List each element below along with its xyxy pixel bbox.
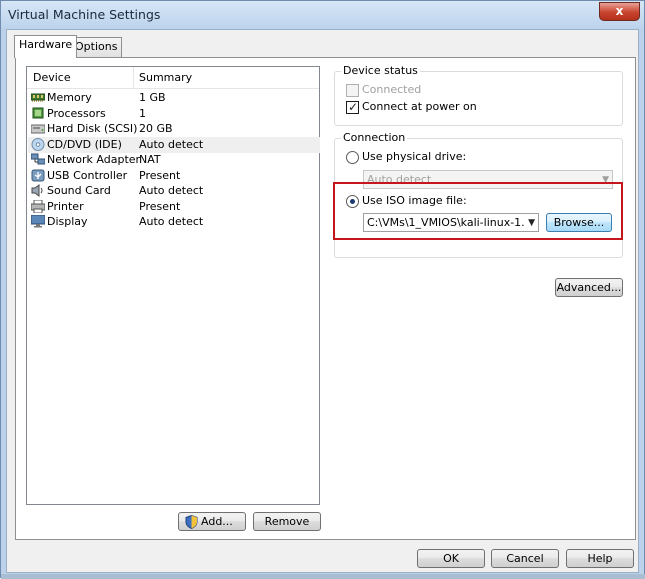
device-row-sound-card[interactable]: Sound Card Auto detect	[28, 183, 320, 199]
advanced-button[interactable]: Advanced...	[555, 278, 623, 297]
dialog-client-area: Hardware Options Device Summary Memory 1…	[6, 29, 639, 573]
device-name: Display	[47, 215, 88, 228]
device-summary: 1	[139, 107, 146, 120]
connected-label: Connected	[362, 83, 422, 96]
device-list-header: Device Summary	[27, 67, 319, 89]
device-list[interactable]: Device Summary Memory 1 GB Processors 1 …	[26, 66, 320, 505]
title-bar[interactable]: Virtual Machine Settings x	[1, 1, 644, 29]
device-name: Printer	[47, 200, 84, 213]
device-name: Sound Card	[47, 184, 111, 197]
display-icon	[31, 215, 45, 228]
device-name: Network Adapter	[47, 153, 141, 166]
help-button[interactable]: Help	[566, 549, 634, 568]
device-summary: 20 GB	[139, 122, 173, 135]
usb-icon	[31, 169, 45, 182]
device-row-cd-dvd[interactable]: CD/DVD (IDE) Auto detect	[28, 137, 320, 153]
device-name: Hard Disk (SCSI)	[47, 122, 138, 135]
device-status-group: Device status Connected ✓ Connect at pow…	[334, 64, 623, 126]
hard-disk-icon	[31, 124, 45, 134]
use-physical-drive-radio[interactable]	[346, 151, 359, 164]
printer-icon	[31, 200, 45, 213]
connection-title: Connection	[341, 131, 408, 145]
device-summary: Present	[139, 200, 181, 213]
device-row-hard-disk[interactable]: Hard Disk (SCSI) 20 GB	[28, 121, 320, 137]
tab-hardware[interactable]: Hardware	[14, 35, 78, 58]
connect-at-power-on-checkbox[interactable]: ✓	[346, 100, 359, 114]
close-button[interactable]: x	[599, 2, 640, 21]
use-physical-drive-label: Use physical drive:	[362, 150, 467, 163]
device-row-printer[interactable]: Printer Present	[28, 199, 320, 215]
cancel-button[interactable]: Cancel	[491, 549, 559, 568]
device-status-title: Device status	[341, 64, 420, 78]
connect-at-power-on-label: Connect at power on	[362, 100, 477, 113]
device-row-network-adapter[interactable]: Network Adapter NAT	[28, 152, 320, 168]
virtual-machine-settings-window: Virtual Machine Settings x Hardware Opti…	[0, 0, 645, 579]
device-summary: Auto detect	[139, 184, 204, 197]
device-name: USB Controller	[47, 169, 128, 182]
column-header-device[interactable]: Device	[33, 71, 71, 84]
device-row-usb-controller[interactable]: USB Controller Present	[28, 168, 320, 184]
add-device-button[interactable]: Add...	[178, 512, 246, 531]
sound-card-icon	[31, 184, 43, 197]
column-separator[interactable]	[133, 67, 134, 89]
checkmark-icon: ✓	[348, 100, 359, 114]
uac-shield-icon	[185, 515, 198, 529]
network-adapter-icon	[31, 153, 45, 165]
add-button-label: Add...	[201, 515, 233, 528]
connected-checkbox[interactable]	[346, 84, 359, 97]
device-summary: Auto detect	[139, 138, 204, 151]
device-name: Memory	[47, 91, 92, 104]
device-row-processors[interactable]: Processors 1	[28, 106, 320, 122]
column-header-summary[interactable]: Summary	[139, 71, 192, 84]
remove-device-button[interactable]: Remove	[253, 512, 321, 531]
processor-icon	[32, 107, 44, 119]
window-bottom-edge	[1, 574, 645, 579]
device-summary: Auto detect	[139, 215, 204, 228]
device-row-memory[interactable]: Memory 1 GB	[28, 90, 320, 106]
device-name: Processors	[47, 107, 106, 120]
tab-options[interactable]: Options	[70, 37, 123, 57]
hardware-tab-panel: Device Summary Memory 1 GB Processors 1 …	[15, 57, 636, 540]
device-summary: 1 GB	[139, 91, 166, 104]
highlight-annotation-box	[333, 182, 623, 240]
ok-button[interactable]: OK	[417, 549, 485, 568]
device-summary: Present	[139, 169, 181, 182]
device-name: CD/DVD (IDE)	[47, 138, 122, 151]
memory-icon	[31, 93, 45, 102]
cd-dvd-icon	[31, 138, 45, 151]
window-title: Virtual Machine Settings	[8, 7, 161, 22]
device-row-display[interactable]: Display Auto detect	[28, 214, 320, 230]
device-summary: NAT	[139, 153, 161, 166]
